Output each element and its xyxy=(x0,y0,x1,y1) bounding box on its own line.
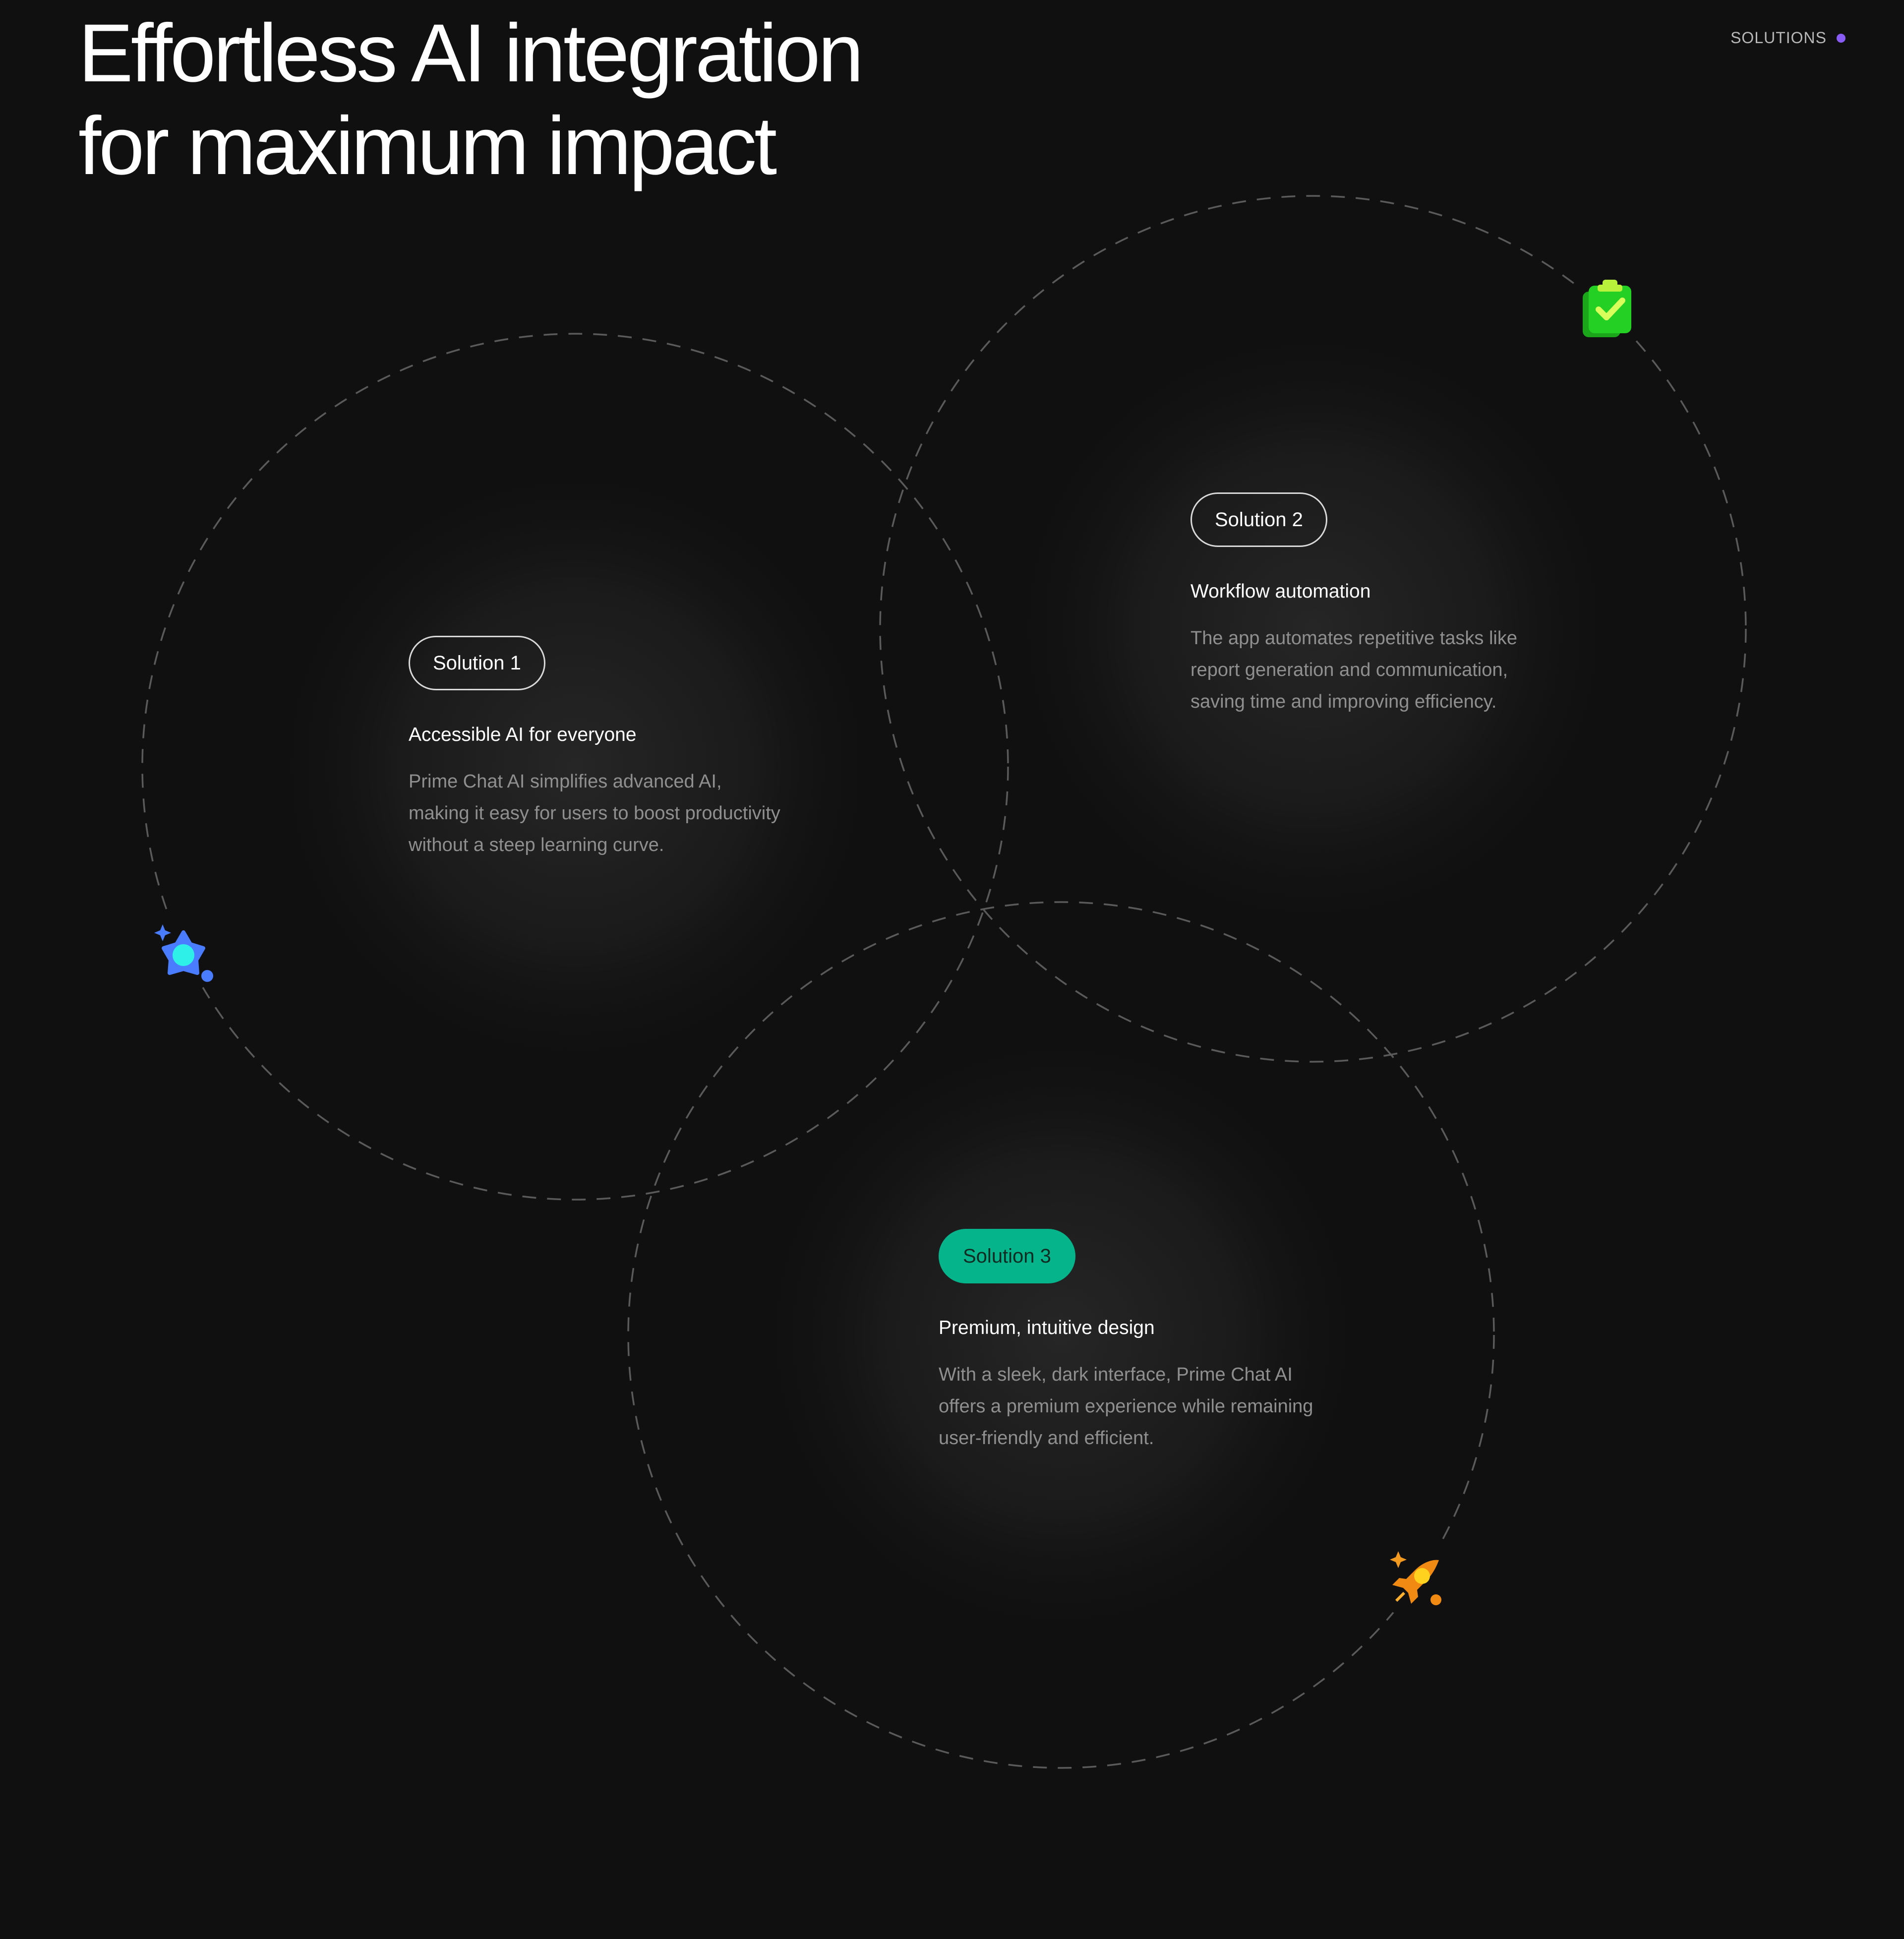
solution-2-pill[interactable]: Solution 2 xyxy=(1190,492,1327,547)
solution-2-title: Workflow automation xyxy=(1190,581,1371,602)
page-title: Effortless AI integration for maximum im… xyxy=(78,7,864,192)
section-label-text: SOLUTIONS xyxy=(1730,29,1827,47)
solution-1-pill[interactable]: Solution 1 xyxy=(409,636,545,690)
clipboard-check-icon xyxy=(1583,280,1631,337)
solution-2-description-line: report generation and communication, xyxy=(1190,660,1508,680)
solution-2-description-line: The app automates repetitive tasks like xyxy=(1190,628,1518,649)
solution-3-description: With a sleek, dark interface, Prime Chat… xyxy=(939,1359,1315,1454)
solution-3-description-line: offers a premium experience while remain… xyxy=(939,1396,1313,1417)
page-title-line-2: for maximum impact xyxy=(78,100,777,192)
section-dot-icon xyxy=(1837,33,1845,43)
solution-card-2: Solution 2 Workflow automation The app a… xyxy=(1190,492,1567,718)
solution-3-title: Premium, intuitive design xyxy=(939,1317,1155,1338)
solution-1-description-line: Prime Chat AI simplifies advanced AI, xyxy=(409,771,722,792)
solution-card-1: Solution 1 Accessible AI for everyone Pr… xyxy=(409,636,785,861)
star-badge-icon xyxy=(154,924,213,982)
rocket-icon xyxy=(1390,1551,1441,1605)
solution-1-description-line: without a steep learning curve. xyxy=(409,835,664,855)
solution-2-description: The app automates repetitive tasks like … xyxy=(1190,622,1567,718)
solution-3-pill[interactable]: Solution 3 xyxy=(939,1229,1075,1283)
solution-card-3: Solution 3 Premium, intuitive design Wit… xyxy=(939,1229,1315,1454)
solution-1-description: Prime Chat AI simplifies advanced AI, ma… xyxy=(409,766,785,861)
solution-3-description-line: user-friendly and efficient. xyxy=(939,1428,1154,1449)
section-label: SOLUTIONS xyxy=(1730,29,1845,47)
page-title-line-1: Effortless AI integration xyxy=(78,7,864,99)
solution-3-description-line: With a sleek, dark interface, Prime Chat… xyxy=(939,1364,1293,1385)
solution-1-title: Accessible AI for everyone xyxy=(409,724,637,745)
solution-2-description-line: saving time and improving efficiency. xyxy=(1190,691,1497,712)
solution-1-description-line: making it easy for users to boost produc… xyxy=(409,803,780,824)
